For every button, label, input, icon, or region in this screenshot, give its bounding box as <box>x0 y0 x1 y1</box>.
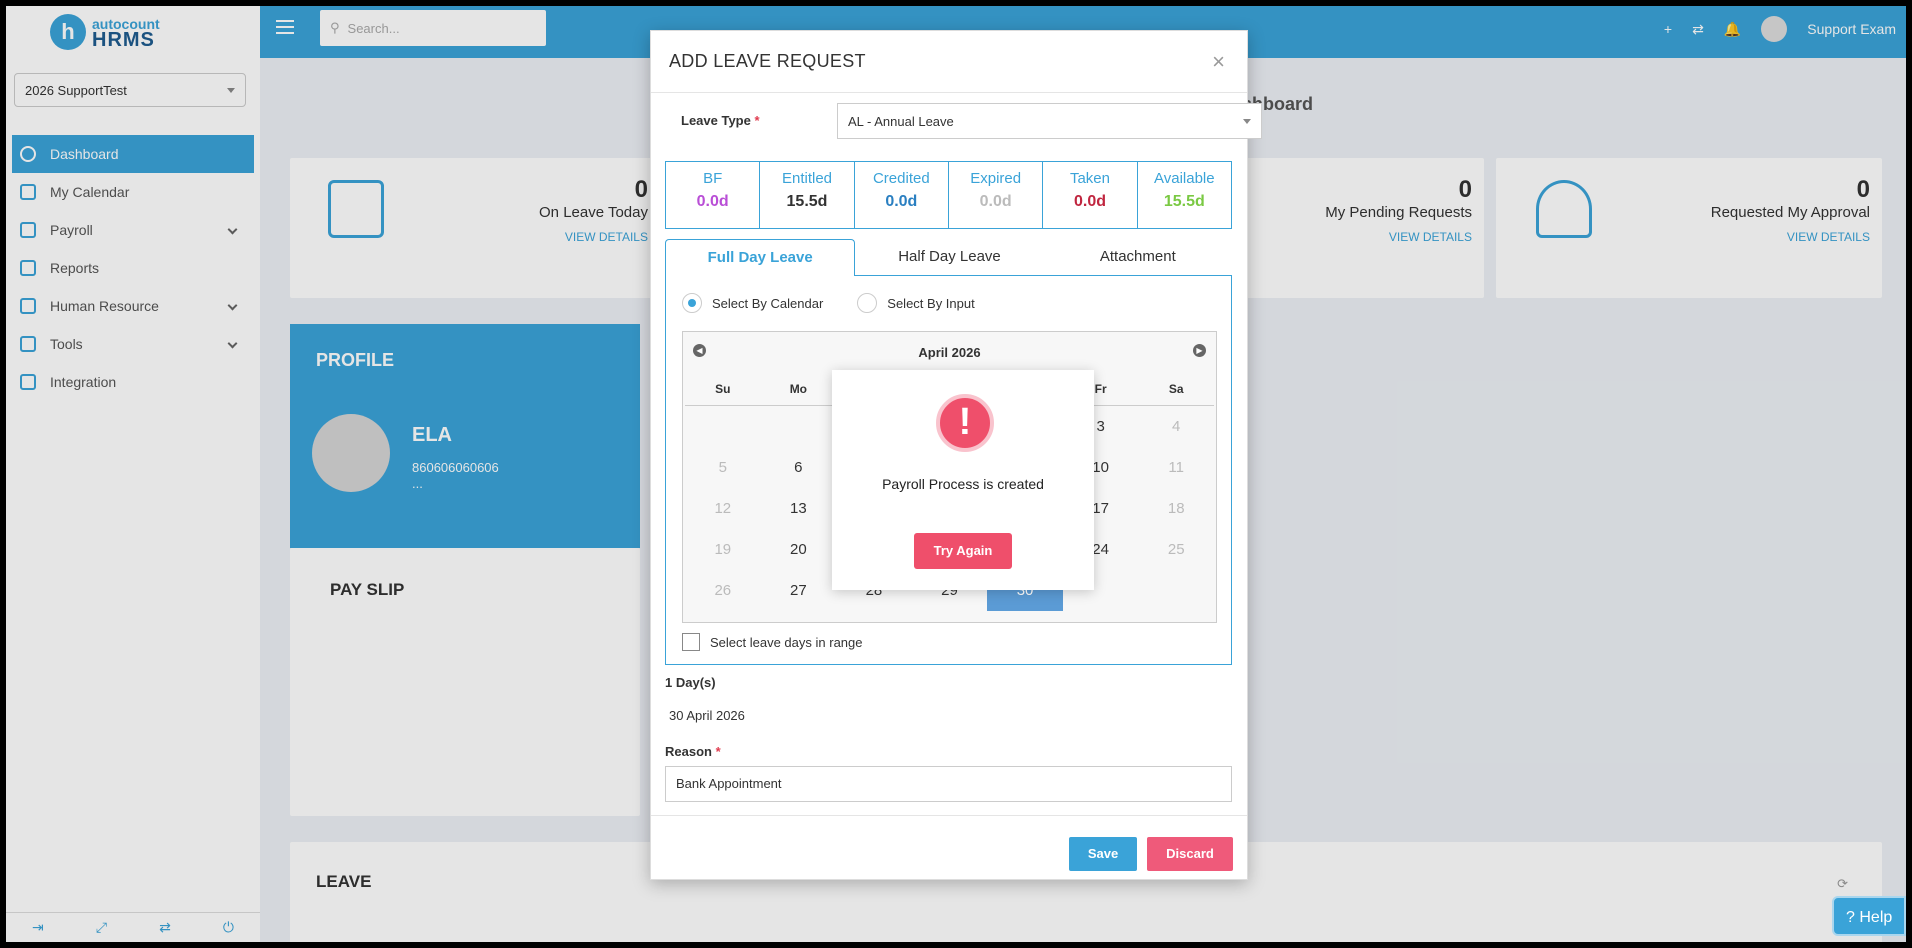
exclamation-icon: ! <box>936 394 994 452</box>
balance-available: Available 15.5d <box>1154 170 1215 210</box>
prev-month-icon[interactable]: ◀ <box>693 344 706 357</box>
leave-type-value: AL - Annual Leave <box>848 113 954 129</box>
calendar-day[interactable]: 4 <box>1138 406 1214 447</box>
tab-attachment[interactable]: Attachment <box>1043 239 1232 276</box>
alert-dialog: ! Payroll Process is created Try Again <box>832 370 1094 590</box>
calendar-day[interactable]: 5 <box>685 447 761 488</box>
tab-full-day-leave[interactable]: Full Day Leave <box>665 239 856 276</box>
radio-select-by-input[interactable]: Select By Input <box>857 293 975 313</box>
balance-bf: BF 0.0d <box>666 162 761 228</box>
reason-label: Reason * <box>665 744 721 759</box>
close-icon[interactable]: × <box>1212 49 1225 75</box>
radio-select-by-calendar[interactable]: Select By Calendar <box>682 293 823 313</box>
range-option[interactable]: Select leave days in range <box>682 633 862 651</box>
balance-taken: Taken 0.0d <box>1043 162 1138 228</box>
balance-entitled: Entitled 15.5d <box>760 162 855 228</box>
calendar-day[interactable]: 26 <box>685 570 761 611</box>
save-button[interactable]: Save <box>1069 837 1137 871</box>
discard-button[interactable]: Discard <box>1147 837 1233 871</box>
calendar-month: April 2026 <box>918 345 981 360</box>
try-again-button[interactable]: Try Again <box>914 533 1012 569</box>
calendar-day[interactable]: 6 <box>761 447 837 488</box>
calendar-day[interactable]: 13 <box>761 488 837 529</box>
days-count: 1 Day(s) <box>665 675 716 690</box>
calendar-empty-cell <box>1138 570 1214 611</box>
calendar-empty-cell <box>761 406 837 447</box>
calendar-day[interactable]: 27 <box>761 570 837 611</box>
help-icon: ? <box>1846 909 1855 926</box>
leave-type-select[interactable]: AL - Annual Leave <box>837 103 1262 139</box>
balance-credited: Credited 0.0d <box>855 162 949 228</box>
calendar-day[interactable]: 18 <box>1138 488 1214 529</box>
reason-input[interactable]: Bank Appointment <box>665 766 1232 802</box>
modal-title: ADD LEAVE REQUEST <box>669 51 866 71</box>
calendar-day[interactable]: 11 <box>1138 447 1214 488</box>
tab-half-day-leave[interactable]: Half Day Leave <box>855 239 1044 276</box>
selected-date: 30 April 2026 <box>669 708 745 723</box>
balance-expired: Expired 0.0d <box>949 162 1044 228</box>
help-button[interactable]: ? Help <box>1832 896 1906 936</box>
radio-button[interactable] <box>857 293 878 313</box>
weekday-header: Sa <box>1138 372 1214 406</box>
leave-tabs: Full Day Leave Half Day Leave Attachment <box>665 239 1232 276</box>
calendar-day[interactable]: 12 <box>685 488 761 529</box>
caret-down-icon <box>1243 118 1251 124</box>
radio-button[interactable] <box>682 293 702 313</box>
balance-table: BF 0.0d Entitled 15.5d Credited 0.0d Expire… <box>665 161 1232 229</box>
calendar-day[interactable]: 20 <box>761 529 837 570</box>
calendar-day[interactable]: 19 <box>685 529 761 570</box>
calendar-empty-cell <box>685 406 761 447</box>
next-month-icon[interactable]: ▶ <box>1193 344 1206 357</box>
alert-message: Payroll Process is created <box>882 476 1044 492</box>
leave-type-label: Leave Type * <box>681 113 760 128</box>
range-checkbox[interactable] <box>682 633 700 651</box>
calendar-day[interactable]: 25 <box>1138 529 1214 570</box>
weekday-header: Su <box>685 372 761 406</box>
app-frame: h autocount HRMS 2026 SupportTest Dashbo… <box>6 6 1906 942</box>
weekday-header: Mo <box>760 372 837 406</box>
